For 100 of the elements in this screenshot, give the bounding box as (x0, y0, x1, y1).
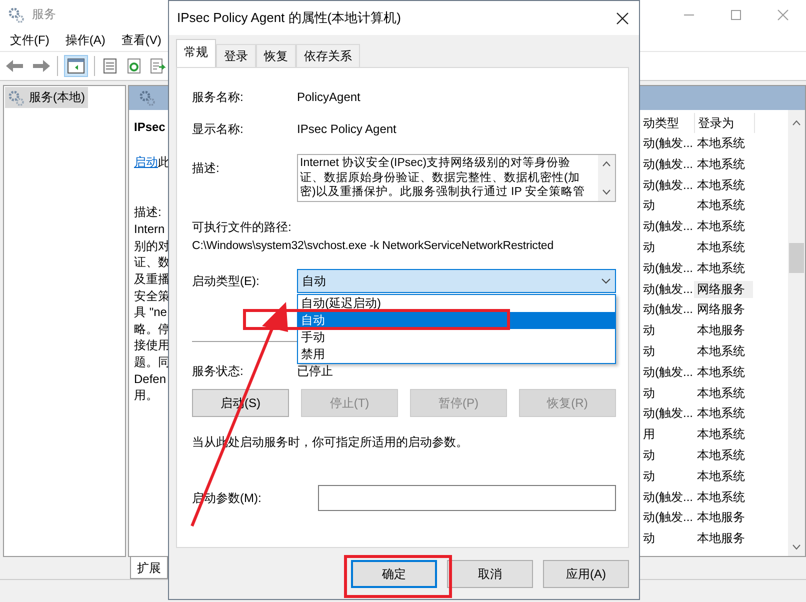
description-line: Internet 协议安全(IPsec)支持网络级别的对等身份验 (300, 156, 572, 170)
tab[interactable]: 登录 (216, 44, 256, 67)
table-cell-text: 本地系统 (696, 384, 746, 402)
field-label: 显示名称: (192, 120, 244, 138)
start-link[interactable]: 启动 (134, 155, 158, 170)
field-label: 描述: (192, 160, 220, 177)
table-cell: 动(触发... (642, 260, 694, 277)
table-cell-text: 本地系统 (696, 426, 746, 444)
table-cell-text: 本地系统 (696, 405, 746, 422)
view-tab[interactable]: 扩展 (130, 557, 168, 580)
gear-icon (8, 6, 24, 23)
column-header[interactable]: 动类型 (642, 113, 695, 134)
scroll-up-icon[interactable] (792, 120, 801, 126)
scrollbar[interactable] (788, 110, 805, 556)
start-parameters-field[interactable] (318, 485, 616, 511)
forward-icon[interactable] (31, 58, 51, 74)
table-cell-text: 本地系统 (696, 447, 746, 464)
table-cell: 动(触发... (642, 280, 694, 298)
menu-item[interactable]: 文件(F) (10, 32, 50, 50)
table-cell: 动(触发... (642, 176, 694, 194)
startup-type-dropdown[interactable]: 自动 (297, 269, 616, 293)
table-cell-text: 本地系统 (696, 239, 746, 256)
refresh-icon[interactable] (125, 57, 143, 76)
table-cell: 动(触发... (642, 135, 694, 152)
window-title: 服务 (32, 6, 56, 24)
field-label: 服务状态: (192, 362, 244, 380)
menu-item[interactable]: 查看(V) (121, 32, 162, 50)
dropdown-option[interactable]: 自动 (298, 312, 615, 329)
field-value: IPsec Policy Agent (297, 122, 396, 136)
tab[interactable]: 常规 (176, 39, 216, 67)
table-cell: 动(触发... (642, 509, 694, 526)
table-cell-text: 用 (642, 426, 656, 444)
gear-icon (8, 90, 24, 106)
back-icon[interactable] (5, 58, 25, 74)
table-cell-text: 本地系统 (696, 343, 746, 360)
field-label: 启动类型(E): (192, 272, 260, 290)
table-cell-text: 本地系统 (696, 176, 746, 194)
table-cell: 动(触发... (642, 488, 694, 506)
path-label: 可执行文件的路径: (192, 219, 292, 236)
field-value: PolicyAgent (297, 90, 360, 104)
table-cell: 动(触发... (642, 364, 694, 381)
table-cell-text: 本地服务 (696, 322, 746, 340)
description-label: 描述: (134, 204, 162, 222)
field-label: 服务名称: (192, 88, 244, 106)
scroll-down-icon[interactable] (792, 544, 801, 550)
table-cell-text: 动 (642, 468, 656, 485)
table-cell-text: 本地系统 (696, 218, 746, 236)
scroll-up-icon[interactable] (602, 161, 611, 167)
scroll-thumb[interactable] (789, 243, 804, 274)
table-cell-text: 动 (642, 447, 656, 464)
scroll-down-icon[interactable] (602, 189, 611, 195)
description-line: 证、数据原始身份验证、数据完整性、数据机密性(加 (300, 170, 581, 185)
table-cell: 动(触发... (642, 156, 694, 173)
table-cell-text: 动 (642, 343, 656, 360)
dialog-button[interactable]: 确定 (351, 560, 437, 588)
dialog-button[interactable]: 取消 (447, 560, 533, 588)
description-line: Intern (134, 221, 166, 238)
table-cell-text: 动 (642, 530, 656, 548)
menu-item[interactable]: 操作(A) (65, 32, 106, 50)
table-cell-text: 本地服务 (696, 530, 746, 548)
table-cell-text: 本地系统 (696, 135, 746, 152)
dropdown-option[interactable]: 手动 (298, 329, 615, 346)
service-name: IPsec (134, 120, 166, 134)
table-cell-text: 本地系统 (696, 197, 746, 214)
description-line: 证、数 (134, 254, 171, 271)
export-icon[interactable] (149, 57, 167, 76)
column-header[interactable]: 登录为 (695, 113, 755, 134)
description-line: 安全策 (134, 288, 171, 304)
table-cell-text: 本地系统 (696, 488, 746, 506)
tab[interactable]: 恢复 (256, 44, 296, 67)
path-value: C:\Windows\system32\svchost.exe -k NetworkServiceNetworkRestricted (192, 240, 555, 252)
table-cell-text: 本地系统 (696, 364, 746, 381)
description-box[interactable]: Internet 协议安全(IPsec)支持网络级别的对等身份验 证、数据原始身份验证、数据完整性、数据机密性(加 密)以及重播保护。此服务强制执行通过 IP 安全策略管 (297, 154, 616, 202)
console-tree-icon[interactable] (64, 55, 88, 78)
dropdown-option[interactable]: 禁用 (298, 346, 615, 363)
chevron-down-icon (601, 278, 611, 284)
table-cell-text: 本地系统 (696, 156, 746, 173)
dialog-button[interactable]: 应用(A) (543, 560, 629, 588)
table-cell: 动(触发... (642, 301, 694, 318)
table-cell-text: 动 (642, 239, 656, 256)
tree-label: 服务(本地) (29, 89, 85, 106)
table-cell: 网络服务 (694, 280, 753, 298)
close-icon[interactable] (616, 12, 629, 24)
tree-item[interactable]: 服务(本地) (5, 87, 88, 108)
description-line: 具 "ne (134, 304, 168, 321)
table-cell: 动(触发... (642, 218, 694, 236)
tab[interactable]: 依存关系 (296, 44, 360, 67)
table-cell-text: 动 (642, 322, 656, 340)
description-line: Defen (134, 370, 168, 388)
properties-icon[interactable] (101, 57, 119, 76)
table-cell-text: 网络服务 (696, 301, 746, 318)
description-line: 别的对 (134, 238, 171, 254)
table-cell-text: 本地服务 (696, 509, 746, 526)
table-cell-text: 动 (642, 384, 656, 402)
description-line: 用。 (134, 387, 159, 404)
table-cell-text: 本地系统 (696, 260, 746, 277)
maximize-icon[interactable] (730, 8, 742, 21)
status-value: 已停止 (297, 362, 333, 380)
table-cell: 动(触发... (642, 405, 694, 422)
table-cell-text: 动 (642, 197, 656, 214)
